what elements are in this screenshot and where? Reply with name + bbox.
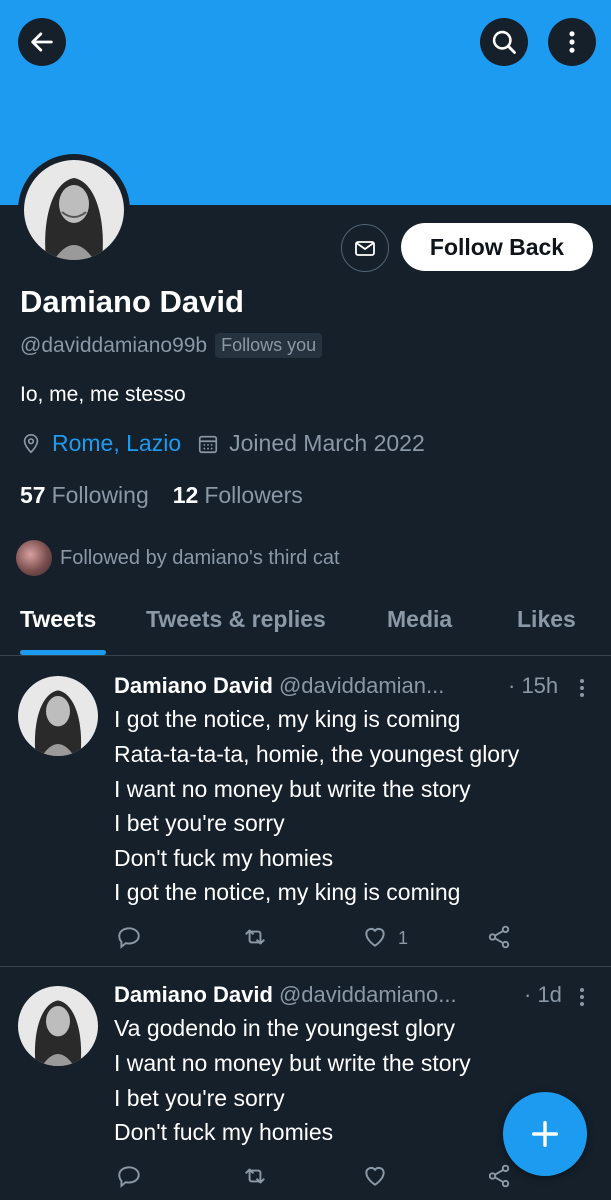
profile-location[interactable]: Rome, Lazio: [52, 430, 181, 457]
tweet-text-line: Don't fuck my homies: [114, 845, 334, 871]
tweet-header: Damiano David @daviddamian...: [114, 673, 444, 699]
retweet-icon[interactable]: [242, 924, 268, 950]
followed-by-row[interactable]: Followed by damiano's third cat: [16, 540, 340, 576]
tweet-author-name: Damiano David: [114, 982, 273, 1007]
tweet-avatar[interactable]: [18, 986, 98, 1066]
follower-avatar: [16, 540, 52, 576]
compose-tweet-button[interactable]: [503, 1092, 587, 1176]
calendar-icon: [199, 435, 218, 453]
plus-icon: [531, 1120, 559, 1148]
tab-media[interactable]: Media: [387, 606, 452, 633]
search-icon: [492, 30, 516, 54]
like-count: 1: [398, 928, 409, 948]
followers-label: Followers: [204, 482, 303, 508]
profile-name: Damiano David: [20, 284, 244, 319]
tweet-author-name: Damiano David: [114, 673, 273, 698]
tweet-text-line: I bet you're sorry: [114, 1085, 285, 1111]
tweet-more-icon[interactable]: [580, 985, 586, 1009]
tweet-text-line: I got the notice, my king is coming: [114, 706, 461, 732]
tweet-text-line: Rata-ta-ta-ta, homie, the youngest glory: [114, 741, 520, 767]
tweet-header: Damiano David @daviddamiano...: [114, 982, 457, 1008]
reply-icon[interactable]: [116, 1163, 142, 1189]
more-vertical-icon: [569, 31, 575, 53]
profile-handle: @daviddamiano99b: [20, 333, 208, 357]
following-count: 57: [20, 482, 46, 508]
tweet-avatar[interactable]: [18, 676, 98, 756]
tweet-text-line: I got the notice, my king is coming: [114, 879, 461, 905]
tweet-text-line: I bet you're sorry: [114, 810, 285, 836]
following-link[interactable]: 57 Following: [20, 482, 149, 509]
tweet-text-line: Don't fuck my homies: [114, 1119, 334, 1145]
tweet-time: · 15h: [508, 673, 559, 698]
location-pin-icon: [23, 433, 39, 453]
followed-by-text: Followed by damiano's third cat: [60, 546, 340, 569]
tweet-divider: [0, 966, 611, 967]
arrow-left-icon: [31, 32, 53, 52]
profile-tabs: Tweets Tweets & replies Media Likes: [0, 600, 611, 656]
tweet-text-line: I want no money but write the story: [114, 776, 471, 802]
mail-icon: [355, 241, 375, 256]
retweet-icon[interactable]: [242, 1163, 268, 1189]
search-button[interactable]: [480, 18, 528, 66]
avatar-photo: [24, 160, 124, 260]
handle-row: @daviddamiano99b Follows you: [20, 333, 323, 358]
follow-counts: 57 Following 12 Followers: [20, 482, 327, 509]
share-icon[interactable]: [486, 1163, 512, 1189]
tweet-text-line: Va godendo in the youngest glory: [114, 1015, 455, 1041]
profile-joined: Joined March 2022: [229, 430, 425, 456]
tab-tweets-replies[interactable]: Tweets & replies: [146, 606, 326, 633]
reply-icon[interactable]: [116, 924, 142, 950]
profile-bio: Io, me, me stesso: [20, 383, 186, 406]
like-icon[interactable]: [362, 1163, 388, 1189]
profile-meta: Rome, Lazio Joined March 2022: [20, 430, 425, 457]
profile-avatar[interactable]: [18, 154, 130, 266]
more-options-button[interactable]: [548, 18, 596, 66]
follows-you-badge: Follows you: [215, 333, 323, 358]
tab-likes[interactable]: Likes: [517, 606, 576, 633]
following-label: Following: [51, 482, 149, 508]
active-tab-indicator: [20, 650, 106, 655]
message-button[interactable]: [341, 224, 389, 272]
like-icon[interactable]: [362, 924, 388, 950]
followers-link[interactable]: 12 Followers: [173, 482, 303, 509]
tweet-text-line: I want no money but write the story: [114, 1050, 471, 1076]
follow-back-button[interactable]: Follow Back: [401, 223, 593, 271]
tweet-time: · 1d: [524, 982, 562, 1007]
tweet-author-handle: @daviddamian...: [278, 673, 445, 698]
back-button[interactable]: [18, 18, 66, 66]
tweet-author-handle: @daviddamiano...: [278, 982, 457, 1007]
tweet-more-icon[interactable]: [580, 676, 586, 700]
share-icon[interactable]: [486, 924, 512, 950]
followers-count: 12: [172, 482, 199, 508]
tab-tweets[interactable]: Tweets: [20, 606, 96, 633]
